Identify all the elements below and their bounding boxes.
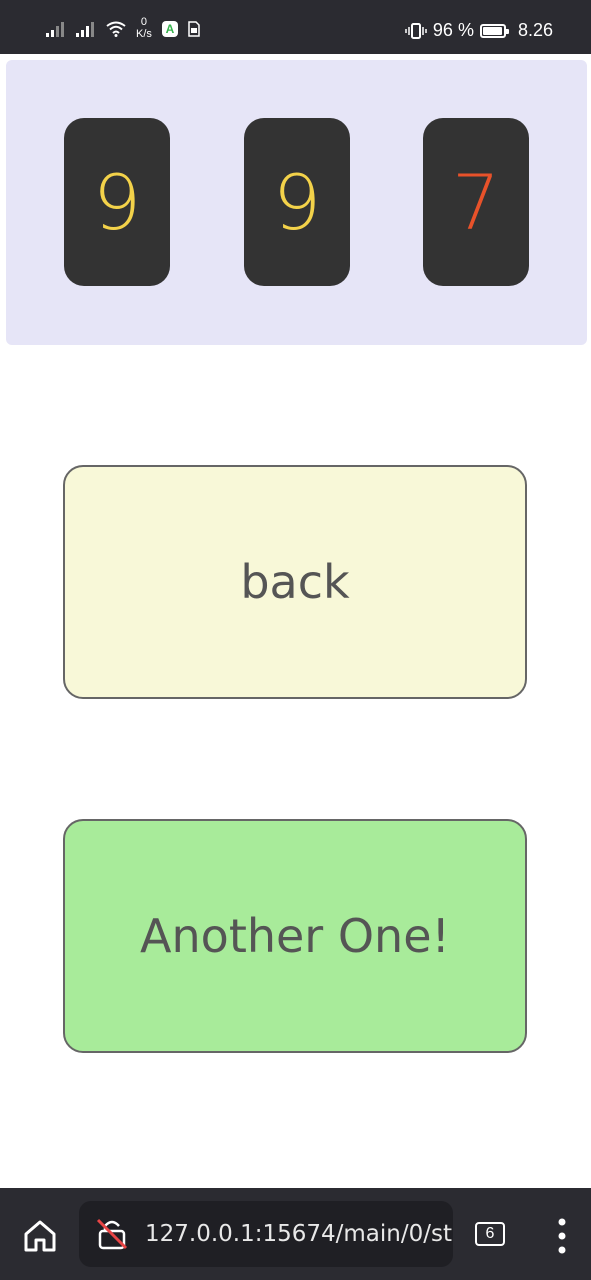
wifi-icon [106,21,126,37]
signal-strength-icon-2 [76,22,94,37]
digit-value-3: 7 [451,157,501,247]
another-one-button-label: Another One! [140,909,450,963]
digit-card-1: 9 [64,118,170,286]
more-options-icon[interactable] [548,1216,576,1256]
back-button[interactable]: back [63,465,527,699]
digit-value-2: 9 [272,157,322,247]
digit-value-1: 9 [92,157,142,247]
back-button-label: back [240,555,350,609]
tab-count: 6 [485,1225,495,1242]
battery-icon [479,23,509,38]
clock-time: 8.26 [517,20,553,40]
address-bar[interactable]: 127.0.0.1:15674/main/0/stor [79,1201,453,1267]
counter-panel: 9 9 7 [6,60,587,345]
url-text: 127.0.0.1:15674/main/0/stor [145,1221,453,1247]
digit-card-2: 9 [244,118,350,286]
network-speed: 0 K/s [136,16,152,40]
sim-card-icon [188,21,200,37]
status-bar: 0 K/s A 96 % 8.26 [0,0,591,54]
tab-switcher-button[interactable]: 6 [475,1222,505,1246]
status-right-group: 96 % 8.26 [405,20,553,41]
network-speed-unit: K/s [136,28,152,40]
vibrate-icon [405,22,427,39]
battery-percent: 96 % [432,20,474,40]
network-speed-value: 0 [140,16,148,28]
status-left-group: 0 K/s A [46,16,200,40]
home-icon[interactable] [20,1216,60,1256]
battery-fill [482,26,503,35]
signal-strength-icon [46,22,64,37]
another-one-button[interactable]: Another One! [63,819,527,1053]
app-notification-icon: A [161,21,178,37]
insecure-lock-icon[interactable] [95,1217,129,1251]
browser-toolbar: 127.0.0.1:15674/main/0/stor 6 [0,1188,591,1280]
digit-card-3: 7 [423,118,529,286]
